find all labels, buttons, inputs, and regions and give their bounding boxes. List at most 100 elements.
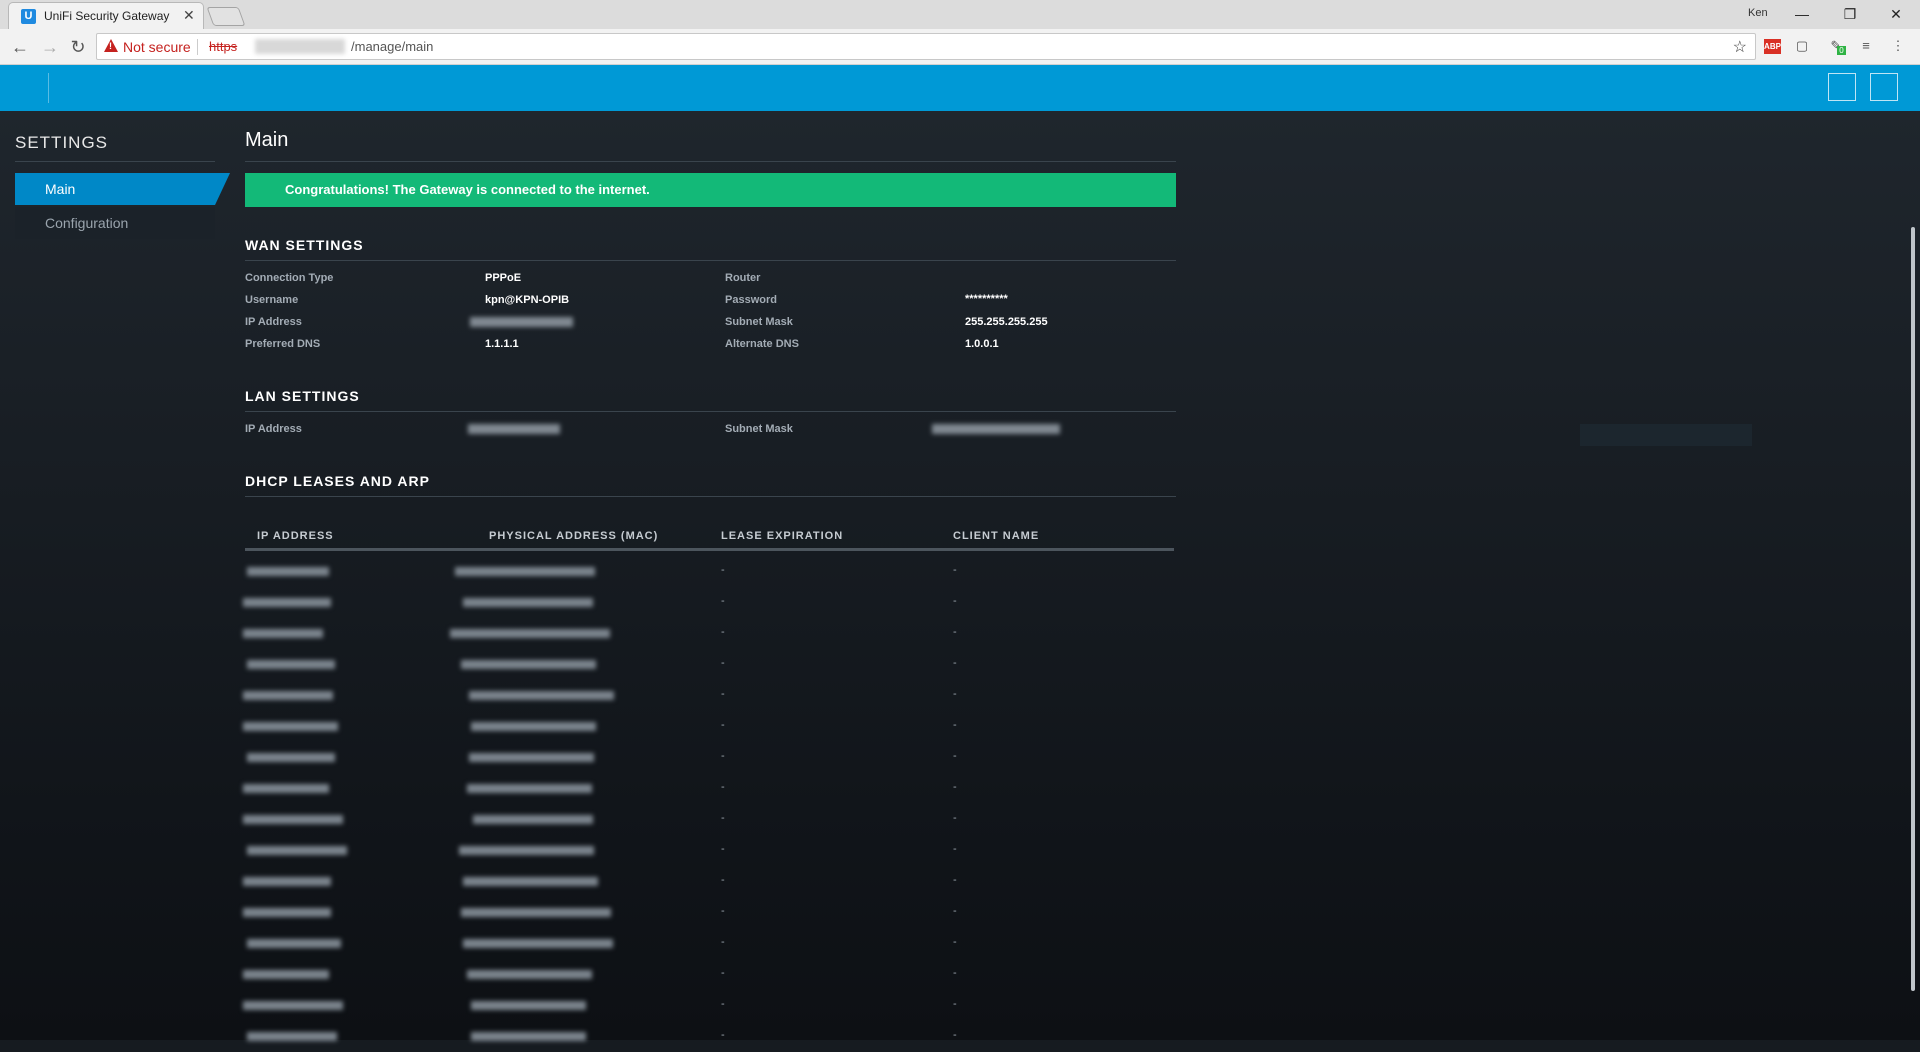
column-client-name[interactable]: CLIENT NAME [953, 530, 1039, 542]
client-name-value: - [953, 936, 957, 948]
sidebar-title: SETTINGS [15, 133, 109, 152]
background-panel [1580, 424, 1752, 446]
mac-address-redacted [471, 722, 596, 731]
extension-badge-icon[interactable]: 0 ✎ [1826, 36, 1846, 56]
lease-expiration-value: - [721, 843, 725, 855]
forward-arrow-icon[interactable]: → [38, 35, 62, 59]
alternate-dns-label: Alternate DNS [725, 338, 799, 350]
column-ip-address[interactable]: IP ADDRESS [257, 530, 334, 542]
client-name-value: - [953, 905, 957, 917]
security-status[interactable]: Not secure [123, 39, 191, 55]
mac-address-redacted [469, 753, 594, 762]
reader-icon[interactable]: ≡ [1856, 36, 1876, 56]
client-name-value: - [953, 781, 957, 793]
browser-tab[interactable]: U UniFi Security Gateway ✕ [8, 2, 204, 29]
reload-icon[interactable]: ↻ [66, 35, 90, 59]
scrollbar-thumb[interactable] [1911, 227, 1915, 991]
ip-address-redacted [243, 598, 331, 607]
client-name-value: - [953, 657, 957, 669]
connection-type-label: Connection Type [245, 272, 334, 284]
client-name-value: - [953, 719, 957, 731]
close-tab-icon[interactable]: ✕ [183, 7, 195, 24]
ip-address-redacted [247, 846, 347, 855]
back-arrow-icon[interactable]: ← [8, 35, 32, 59]
adblock-extension-icon[interactable]: ABP [1764, 39, 1781, 54]
lease-expiration-value: - [721, 905, 725, 917]
column-lease-expiration[interactable]: LEASE EXPIRATION [721, 530, 843, 542]
ip-address-redacted [243, 629, 323, 638]
mac-address-redacted [471, 1001, 586, 1010]
lease-expiration-value: - [721, 657, 725, 669]
ip-address-redacted [247, 660, 335, 669]
table-row: -- [243, 774, 1174, 804]
browser-tabstrip: U UniFi Security Gateway ✕ Ken — ❐ ✕ [0, 0, 1920, 29]
mac-address-redacted [467, 970, 592, 979]
router-label: Router [725, 272, 761, 284]
ip-address-redacted [243, 815, 343, 824]
app-header [0, 65, 1920, 111]
client-name-value: - [953, 750, 957, 762]
table-row: -- [243, 588, 1174, 618]
header-user-button[interactable] [1870, 73, 1898, 101]
lease-expiration-value: - [721, 564, 725, 576]
mac-address-redacted [463, 877, 598, 886]
sidebar-item-main[interactable]: Main [15, 173, 230, 205]
browser-toolbar: ← → ↻ Not secure https /manage/main ☆ AB… [0, 29, 1920, 65]
status-banner: Congratulations! The Gateway is connecte… [245, 173, 1176, 207]
wan-subnet-value: 255.255.255.255 [965, 316, 1048, 328]
client-name-value: - [953, 595, 957, 607]
mac-address-redacted [463, 598, 593, 607]
extension-icon[interactable]: ▢ [1792, 36, 1812, 56]
ip-address-redacted [243, 722, 338, 731]
minimize-icon[interactable]: — [1782, 3, 1822, 25]
wan-subnet-label: Subnet Mask [725, 316, 793, 328]
password-label: Password [725, 294, 777, 306]
column-mac-address[interactable]: PHYSICAL ADDRESS (MAC) [489, 530, 658, 542]
table-header-divider [245, 548, 1174, 551]
ip-address-redacted [243, 970, 329, 979]
ip-address-redacted [247, 567, 329, 576]
app-body: SETTINGS Main Configuration Main Congrat… [0, 111, 1920, 1041]
dhcp-divider [245, 496, 1176, 497]
table-row: -- [243, 867, 1174, 897]
preferred-dns-value: 1.1.1.1 [485, 338, 519, 350]
mac-address-redacted [461, 660, 596, 669]
star-icon[interactable]: ☆ [1733, 37, 1747, 57]
restore-icon[interactable]: ❐ [1830, 3, 1870, 25]
ip-address-redacted [247, 753, 335, 762]
header-action-button[interactable] [1828, 73, 1856, 101]
mac-address-redacted [450, 629, 610, 638]
connection-type-value: PPPoE [485, 272, 522, 284]
lease-expiration-value: - [721, 998, 725, 1010]
lease-expiration-value: - [721, 626, 725, 638]
table-row: -- [245, 743, 1174, 773]
url-host-redacted [255, 39, 345, 54]
table-row: -- [243, 681, 1174, 711]
client-name-value: - [953, 812, 957, 824]
wan-heading: WAN SETTINGS [245, 237, 364, 253]
address-bar[interactable]: Not secure https /manage/main ☆ [96, 33, 1756, 60]
table-row: -- [243, 805, 1174, 835]
username-label: Username [245, 294, 299, 306]
sidebar-item-configuration[interactable]: Configuration [15, 207, 215, 239]
lan-ip-redacted [468, 424, 560, 434]
dhcp-heading: DHCP LEASES AND ARP [245, 473, 430, 489]
client-name-value: - [953, 874, 957, 886]
password-value: ********** [965, 293, 1008, 305]
lease-expiration-value: - [721, 936, 725, 948]
warning-icon [104, 39, 118, 52]
sidebar-divider [15, 161, 215, 162]
client-name-value: - [953, 843, 957, 855]
url-scheme: https [209, 39, 238, 54]
url-path: /manage/main [351, 39, 434, 54]
mac-address-redacted [455, 567, 595, 576]
table-row: -- [243, 619, 1174, 649]
profile-button[interactable]: Ken [1748, 7, 1768, 19]
lease-expiration-value: - [721, 595, 725, 607]
close-window-icon[interactable]: ✕ [1876, 3, 1916, 25]
client-name-value: - [953, 626, 957, 638]
kebab-menu-icon[interactable]: ⋮ [1888, 36, 1908, 56]
lease-expiration-value: - [721, 967, 725, 979]
new-tab-button[interactable] [206, 7, 246, 26]
ip-address-redacted [243, 908, 331, 917]
